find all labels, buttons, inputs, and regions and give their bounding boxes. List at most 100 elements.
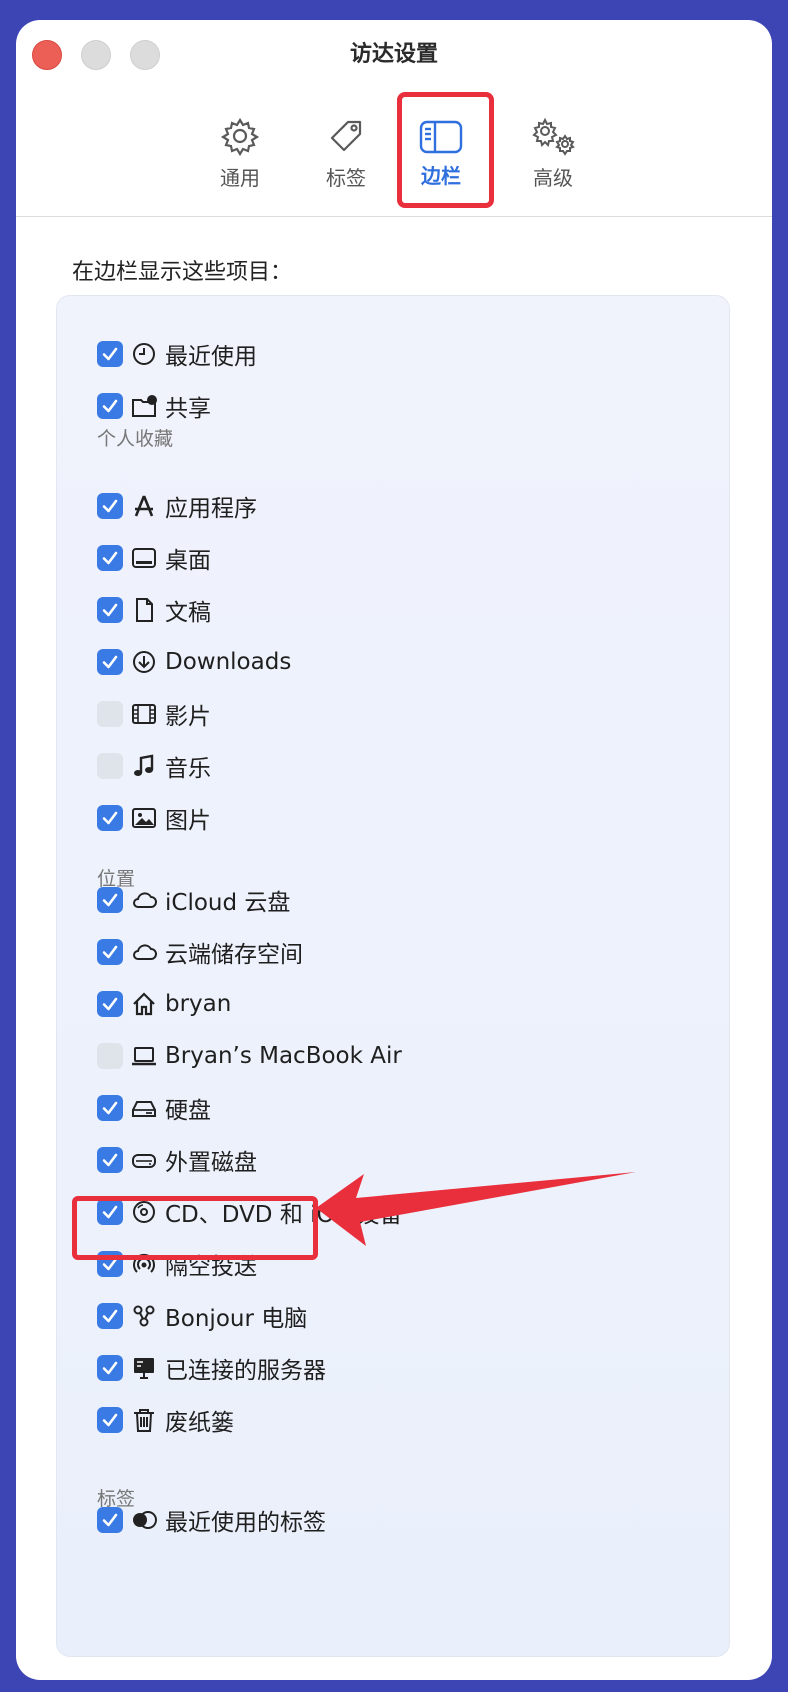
checkmark-icon: [102, 945, 118, 959]
checkbox[interactable]: [97, 1507, 123, 1533]
checkmark-icon: [102, 603, 118, 617]
sidebar-option-row[interactable]: Bonjour 电脑: [97, 1296, 307, 1336]
checkmark-icon: [102, 1309, 118, 1323]
sidebar-option-label: 废纸篓: [165, 1410, 234, 1436]
sidebar-option-row[interactable]: iCloud 云盘: [97, 880, 290, 920]
finder-settings-window: 访达设置 通用 标签 边栏 高级 在边栏显示这些项目： 个人收藏 位置 标签 最…: [16, 20, 772, 1680]
sidebar-items-panel: 个人收藏 位置 标签 最近使用 共享 应用程序 桌面 文稿 Downloads 影片 音乐 图片…: [56, 295, 730, 1657]
highlight-box-external-disk: [72, 1196, 318, 1260]
sidebar-option-row[interactable]: 文稿: [97, 590, 211, 630]
sidebar-option-row[interactable]: 废纸篓: [97, 1400, 234, 1440]
checkbox[interactable]: [97, 991, 123, 1017]
server-icon: [131, 1355, 157, 1381]
checkbox[interactable]: [97, 341, 123, 367]
checkbox[interactable]: [97, 701, 123, 727]
checkbox[interactable]: [97, 1303, 123, 1329]
document-icon: [131, 597, 157, 623]
sidebar-option-row[interactable]: 桌面: [97, 538, 211, 578]
photo-icon: [131, 805, 157, 831]
tab-general-label: 通用: [220, 166, 260, 190]
sidebar-option-label: 硬盘: [165, 1098, 211, 1124]
checkbox[interactable]: [97, 939, 123, 965]
checkmark-icon: [102, 551, 118, 565]
sidebar-option-row[interactable]: 共享: [97, 386, 211, 426]
sidebar-option-row[interactable]: 云端储存空间: [97, 932, 303, 972]
checkbox[interactable]: [97, 1147, 123, 1173]
sidebar-option-label: Downloads: [165, 649, 292, 675]
checkbox[interactable]: [97, 1095, 123, 1121]
checkmark-icon: [102, 811, 118, 825]
checkmark-icon: [102, 1101, 118, 1115]
sidebar-option-label: Bonjour 电脑: [165, 1306, 308, 1332]
checkmark-icon: [102, 997, 118, 1011]
gears-icon: [532, 117, 575, 156]
cloud-icon: [131, 887, 157, 913]
tab-advanced-label: 高级: [533, 166, 573, 190]
highlight-box-sidebar-tab: [397, 92, 494, 208]
checkmark-icon: [102, 347, 118, 361]
sidebar-option-row[interactable]: 已连接的服务器: [97, 1348, 326, 1388]
external-disk-icon: [131, 1147, 157, 1173]
checkmark-icon: [102, 1153, 118, 1167]
tab-tags[interactable]: 标签: [296, 94, 396, 204]
film-icon: [131, 701, 157, 727]
tab-tags-label: 标签: [326, 166, 366, 190]
checkmark-icon: [102, 499, 118, 513]
tab-general[interactable]: 通用: [190, 94, 290, 204]
sidebar-option-label: 桌面: [165, 548, 211, 574]
checkmark-icon: [102, 1413, 118, 1427]
checkmark-icon: [102, 655, 118, 669]
tag-icon: [330, 120, 362, 152]
checkbox[interactable]: [97, 753, 123, 779]
sidebar-option-row[interactable]: 应用程序: [97, 486, 257, 526]
arrow-annotation-icon: [316, 1172, 636, 1246]
sidebar-option-row[interactable]: 图片: [97, 798, 211, 838]
sidebar-option-label: 已连接的服务器: [165, 1358, 326, 1384]
tab-advanced[interactable]: 高级: [503, 94, 603, 204]
sidebar-option-label: 云端储存空间: [165, 942, 303, 968]
sidebar-option-label: bryan: [165, 991, 232, 1017]
shared-folder-icon: [131, 393, 157, 419]
download-icon: [131, 649, 157, 675]
sidebar-option-label: 最近使用的标签: [165, 1510, 326, 1536]
sidebar-option-row[interactable]: 硬盘: [97, 1088, 211, 1128]
checkbox[interactable]: [97, 1355, 123, 1381]
checkbox[interactable]: [97, 493, 123, 519]
checkbox[interactable]: [97, 1407, 123, 1433]
applications-icon: [131, 493, 157, 519]
sidebar-option-row[interactable]: 音乐: [97, 746, 211, 786]
hard-drive-icon: [131, 1095, 157, 1121]
toolbar-separator: [16, 216, 772, 217]
sidebar-option-label: 文稿: [165, 600, 211, 626]
checkbox[interactable]: [97, 393, 123, 419]
sidebar-option-row[interactable]: 外置磁盘: [97, 1140, 257, 1180]
sidebar-option-label: 影片: [165, 704, 211, 730]
window-title: 访达设置: [349, 42, 438, 67]
intro-label: 在边栏显示这些项目：: [72, 260, 293, 285]
checkbox[interactable]: [97, 649, 123, 675]
sidebar-option-row[interactable]: 最近使用: [97, 334, 257, 374]
clock-icon: [131, 341, 157, 367]
checkbox[interactable]: [97, 1043, 123, 1069]
sidebar-option-label: Bryan’s MacBook Air: [165, 1043, 402, 1069]
sidebar-option-row[interactable]: Bryan’s MacBook Air: [97, 1036, 402, 1076]
sidebar-option-row[interactable]: Downloads: [97, 642, 291, 682]
sidebar-option-label: 共享: [165, 396, 211, 422]
sidebar-option-label: 图片: [165, 808, 211, 834]
checkbox[interactable]: [97, 545, 123, 571]
tags-icon: [131, 1507, 157, 1533]
sidebar-option-row[interactable]: bryan: [97, 984, 231, 1024]
sidebar-option-label: 最近使用: [165, 344, 257, 370]
gear-icon: [220, 117, 260, 156]
checkmark-icon: [102, 399, 118, 413]
sidebar-option-row[interactable]: 影片: [97, 694, 211, 734]
sidebar-option-row[interactable]: 最近使用的标签: [97, 1500, 326, 1540]
checkbox[interactable]: [97, 887, 123, 913]
bonjour-icon: [131, 1303, 157, 1329]
laptop-icon: [131, 1043, 157, 1069]
sidebar-option-label: 音乐: [165, 756, 211, 782]
sidebar-option-label: iCloud 云盘: [165, 890, 291, 916]
checkmark-icon: [102, 1361, 118, 1375]
checkbox[interactable]: [97, 597, 123, 623]
checkbox[interactable]: [97, 805, 123, 831]
